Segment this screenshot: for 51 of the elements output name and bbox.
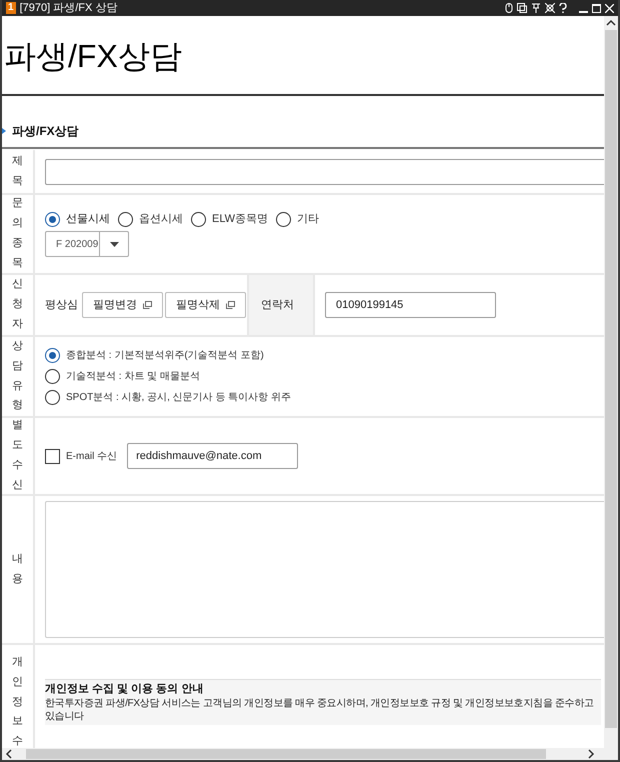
popup-icon <box>226 301 235 309</box>
radio-button[interactable] <box>191 212 206 226</box>
row-label: 제목 <box>12 154 23 188</box>
row-label: 별도수신 <box>12 418 23 493</box>
window-title: [7970] 파생/FX 상담 <box>20 1 118 15</box>
privacy-heading: 개인정보 수집 및 이용 동의 안내 <box>45 682 204 697</box>
maximize-icon[interactable] <box>592 4 601 12</box>
radio-label: 종합분석 : 기본적분석위주(기술적분석 포함) <box>66 349 264 363</box>
radio-button[interactable] <box>45 212 60 226</box>
horizontal-scrollbar[interactable] <box>2 748 618 760</box>
subject-field[interactable] <box>45 158 604 184</box>
caret-icon <box>110 242 118 247</box>
applicant-name: 평상심 <box>45 298 78 313</box>
radio-label: 옵션시세 <box>139 212 183 227</box>
radio-button[interactable] <box>276 212 292 226</box>
contact-label: 연락처 <box>247 275 315 335</box>
bullet-icon <box>2 128 6 134</box>
radio-button[interactable] <box>45 369 60 384</box>
page-title: 파생/FX상담 <box>3 37 183 76</box>
close-icon[interactable] <box>605 4 614 12</box>
help-icon[interactable] <box>559 3 567 13</box>
row-label: 문의종목 <box>12 196 23 271</box>
section-title: 파생/FX상담 <box>12 123 79 140</box>
nickname-button[interactable]: 필명삭제 <box>165 292 246 318</box>
row-label: 내용 <box>12 552 23 586</box>
window-badge: 1 <box>6 2 16 14</box>
radio-label: 선물시세 <box>66 212 110 227</box>
radio-label: SPOT분석 : 시황, 공시, 신문기사 등 특이사항 위주 <box>66 391 292 405</box>
checkbox[interactable] <box>45 448 60 464</box>
row-label: 신청자 <box>12 277 23 332</box>
dropdown[interactable]: F 202009 <box>45 231 129 258</box>
email-field[interactable]: reddishmauve@nate.com <box>127 443 298 469</box>
row-label: 상담유형 <box>12 338 23 414</box>
pin-icon[interactable] <box>531 3 541 13</box>
radio-label: 기타 <box>297 212 320 227</box>
row-label: 개인정보수 <box>12 655 23 748</box>
radio-button[interactable] <box>45 390 60 405</box>
contact-field[interactable]: 01090199145 <box>325 292 496 318</box>
radio-button[interactable] <box>45 348 60 363</box>
window-icon[interactable] <box>517 3 527 13</box>
radio-button[interactable] <box>118 212 133 226</box>
radio-label: ELW종목명 <box>212 212 268 227</box>
vertical-scrollbar[interactable] <box>604 16 618 748</box>
scroll-thumb[interactable] <box>605 30 617 728</box>
mouse-icon[interactable] <box>505 3 513 13</box>
radio-label: 기술적분석 : 차트 및 매물분석 <box>66 370 200 384</box>
popup-icon <box>143 301 152 309</box>
scroll-thumb[interactable] <box>26 749 546 759</box>
privacy-text: 한국투자증권 파생/FX상담 서비스는 고객님의 개인정보를 매우 중요시하며, 개인정보보호 규정 및 개인정보보호지침을 준수하고 있습니다 <box>45 697 595 723</box>
nickname-button[interactable]: 필명변경 <box>82 292 163 318</box>
checkbox-label: E-mail 수신 <box>66 450 118 464</box>
